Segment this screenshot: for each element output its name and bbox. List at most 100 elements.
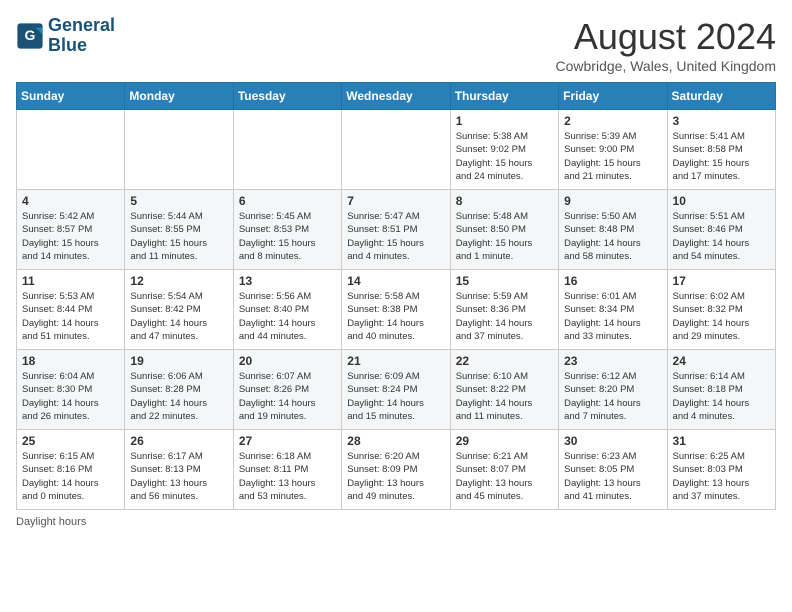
- day-number: 22: [456, 354, 553, 368]
- day-detail: Sunrise: 6:17 AM Sunset: 8:13 PM Dayligh…: [130, 450, 227, 503]
- day-detail: Sunrise: 5:56 AM Sunset: 8:40 PM Dayligh…: [239, 290, 336, 343]
- day-number: 21: [347, 354, 444, 368]
- week-row-5: 25 Sunrise: 6:15 AM Sunset: 8:16 PM Dayli…: [17, 430, 776, 510]
- day-detail: Sunrise: 6:23 AM Sunset: 8:05 PM Dayligh…: [564, 450, 661, 503]
- day-number: 17: [673, 274, 770, 288]
- week-row-1: 1 Sunrise: 5:38 AM Sunset: 9:02 PM Daylig…: [17, 110, 776, 190]
- day-number: 11: [22, 274, 119, 288]
- day-cell: 29 Sunrise: 6:21 AM Sunset: 8:07 PM Dayli…: [450, 430, 558, 510]
- day-cell: 14 Sunrise: 5:58 AM Sunset: 8:38 PM Dayli…: [342, 270, 450, 350]
- day-detail: Sunrise: 6:09 AM Sunset: 8:24 PM Dayligh…: [347, 370, 444, 423]
- col-header-wednesday: Wednesday: [342, 83, 450, 110]
- day-detail: Sunrise: 6:12 AM Sunset: 8:20 PM Dayligh…: [564, 370, 661, 423]
- day-detail: Sunrise: 5:39 AM Sunset: 9:00 PM Dayligh…: [564, 130, 661, 183]
- day-cell: [342, 110, 450, 190]
- logo-line1: General: [48, 16, 115, 36]
- day-cell: 20Sunrise: 6:07 AM Sunset: 8:26 PM Dayli…: [233, 350, 341, 430]
- day-cell: 23 Sunrise: 6:12 AM Sunset: 8:20 PM Dayli…: [559, 350, 667, 430]
- col-header-thursday: Thursday: [450, 83, 558, 110]
- day-detail: Sunrise: 6:10 AM Sunset: 8:22 PM Dayligh…: [456, 370, 553, 423]
- day-cell: 12Sunrise: 5:54 AM Sunset: 8:42 PM Dayli…: [125, 270, 233, 350]
- title-area: August 2024 Cowbridge, Wales, United Kin…: [556, 16, 776, 74]
- day-number: 30: [564, 434, 661, 448]
- day-number: 28: [347, 434, 444, 448]
- day-number: 25: [22, 434, 119, 448]
- day-detail: Sunrise: 5:42 AM Sunset: 8:57 PM Dayligh…: [22, 210, 119, 263]
- day-cell: 4 Sunrise: 5:42 AM Sunset: 8:57 PM Daylig…: [17, 190, 125, 270]
- day-cell: 9 Sunrise: 5:50 AM Sunset: 8:48 PM Daylig…: [559, 190, 667, 270]
- day-cell: 15 Sunrise: 5:59 AM Sunset: 8:36 PM Dayli…: [450, 270, 558, 350]
- col-header-sunday: Sunday: [17, 83, 125, 110]
- day-detail: Sunrise: 6:15 AM Sunset: 8:16 PM Dayligh…: [22, 450, 119, 503]
- day-cell: 31Sunrise: 6:25 AM Sunset: 8:03 PM Dayli…: [667, 430, 775, 510]
- day-cell: 10 Sunrise: 5:51 AM Sunset: 8:46 PM Dayli…: [667, 190, 775, 270]
- day-detail: Sunrise: 6:20 AM Sunset: 8:09 PM Dayligh…: [347, 450, 444, 503]
- day-cell: 3 Sunrise: 5:41 AM Sunset: 8:58 PM Daylig…: [667, 110, 775, 190]
- day-cell: 17 Sunrise: 6:02 AM Sunset: 8:32 PM Dayli…: [667, 270, 775, 350]
- day-number: 27: [239, 434, 336, 448]
- day-cell: 25 Sunrise: 6:15 AM Sunset: 8:16 PM Dayli…: [17, 430, 125, 510]
- day-detail: Sunrise: 6:04 AM Sunset: 8:30 PM Dayligh…: [22, 370, 119, 423]
- day-cell: 6 Sunrise: 5:45 AM Sunset: 8:53 PM Daylig…: [233, 190, 341, 270]
- col-header-monday: Monday: [125, 83, 233, 110]
- day-detail: Sunrise: 5:50 AM Sunset: 8:48 PM Dayligh…: [564, 210, 661, 263]
- day-cell: 19 Sunrise: 6:06 AM Sunset: 8:28 PM Dayli…: [125, 350, 233, 430]
- day-number: 14: [347, 274, 444, 288]
- day-cell: 8 Sunrise: 5:48 AM Sunset: 8:50 PM Daylig…: [450, 190, 558, 270]
- day-detail: Sunrise: 6:18 AM Sunset: 8:11 PM Dayligh…: [239, 450, 336, 503]
- day-cell: 28 Sunrise: 6:20 AM Sunset: 8:09 PM Dayli…: [342, 430, 450, 510]
- day-detail: Sunrise: 5:41 AM Sunset: 8:58 PM Dayligh…: [673, 130, 770, 183]
- day-number: 23: [564, 354, 661, 368]
- day-detail: Sunrise: 5:54 AM Sunset: 8:42 PM Dayligh…: [130, 290, 227, 343]
- day-detail: Sunrise: 5:45 AM Sunset: 8:53 PM Dayligh…: [239, 210, 336, 263]
- day-number: 6: [239, 194, 336, 208]
- day-number: 1: [456, 114, 553, 128]
- col-header-tuesday: Tuesday: [233, 83, 341, 110]
- header: G General Blue August 2024 Cowbridge, Wa…: [16, 16, 776, 74]
- day-detail: Sunrise: 5:48 AM Sunset: 8:50 PM Dayligh…: [456, 210, 553, 263]
- day-number: 3: [673, 114, 770, 128]
- day-detail: Sunrise: 6:02 AM Sunset: 8:32 PM Dayligh…: [673, 290, 770, 343]
- header-row: SundayMondayTuesdayWednesdayThursdayFrid…: [17, 83, 776, 110]
- day-number: 10: [673, 194, 770, 208]
- day-cell: [17, 110, 125, 190]
- day-number: 13: [239, 274, 336, 288]
- day-cell: 22 Sunrise: 6:10 AM Sunset: 8:22 PM Dayli…: [450, 350, 558, 430]
- day-cell: 21 Sunrise: 6:09 AM Sunset: 8:24 PM Dayli…: [342, 350, 450, 430]
- week-row-4: 18Sunrise: 6:04 AM Sunset: 8:30 PM Dayli…: [17, 350, 776, 430]
- day-detail: Sunrise: 6:01 AM Sunset: 8:34 PM Dayligh…: [564, 290, 661, 343]
- svg-text:G: G: [25, 27, 36, 43]
- day-cell: [125, 110, 233, 190]
- day-cell: 2Sunrise: 5:39 AM Sunset: 9:00 PM Daylig…: [559, 110, 667, 190]
- day-number: 8: [456, 194, 553, 208]
- day-number: 15: [456, 274, 553, 288]
- day-detail: Sunrise: 6:06 AM Sunset: 8:28 PM Dayligh…: [130, 370, 227, 423]
- day-number: 4: [22, 194, 119, 208]
- day-cell: 26Sunrise: 6:17 AM Sunset: 8:13 PM Dayli…: [125, 430, 233, 510]
- day-detail: Sunrise: 5:44 AM Sunset: 8:55 PM Dayligh…: [130, 210, 227, 263]
- day-number: 9: [564, 194, 661, 208]
- logo-icon: G: [16, 22, 44, 50]
- day-number: 24: [673, 354, 770, 368]
- day-cell: 13 Sunrise: 5:56 AM Sunset: 8:40 PM Dayli…: [233, 270, 341, 350]
- week-row-3: 11Sunrise: 5:53 AM Sunset: 8:44 PM Dayli…: [17, 270, 776, 350]
- day-cell: 24Sunrise: 6:14 AM Sunset: 8:18 PM Dayli…: [667, 350, 775, 430]
- logo: G General Blue: [16, 16, 115, 56]
- day-detail: Sunrise: 6:21 AM Sunset: 8:07 PM Dayligh…: [456, 450, 553, 503]
- day-number: 19: [130, 354, 227, 368]
- day-cell: 27 Sunrise: 6:18 AM Sunset: 8:11 PM Dayli…: [233, 430, 341, 510]
- logo-line2: Blue: [48, 36, 115, 56]
- day-detail: Sunrise: 5:51 AM Sunset: 8:46 PM Dayligh…: [673, 210, 770, 263]
- footer-note: Daylight hours: [16, 516, 776, 528]
- month-title: August 2024: [556, 16, 776, 58]
- day-detail: Sunrise: 5:59 AM Sunset: 8:36 PM Dayligh…: [456, 290, 553, 343]
- col-header-saturday: Saturday: [667, 83, 775, 110]
- logo-text: General Blue: [48, 16, 115, 56]
- day-number: 31: [673, 434, 770, 448]
- day-detail: Sunrise: 5:38 AM Sunset: 9:02 PM Dayligh…: [456, 130, 553, 183]
- day-detail: Sunrise: 5:58 AM Sunset: 8:38 PM Dayligh…: [347, 290, 444, 343]
- location: Cowbridge, Wales, United Kingdom: [556, 58, 776, 74]
- day-detail: Sunrise: 6:07 AM Sunset: 8:26 PM Dayligh…: [239, 370, 336, 423]
- day-cell: 11Sunrise: 5:53 AM Sunset: 8:44 PM Dayli…: [17, 270, 125, 350]
- day-number: 29: [456, 434, 553, 448]
